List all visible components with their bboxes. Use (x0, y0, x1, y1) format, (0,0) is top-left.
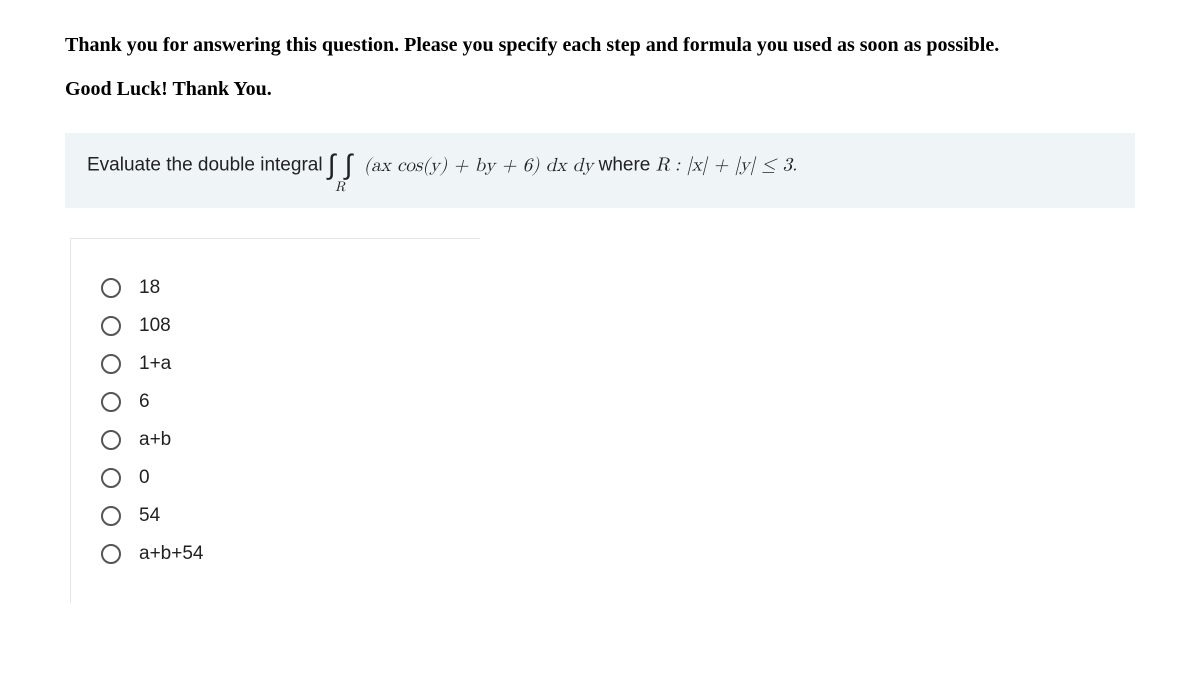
intro-paragraph-1: Thank you for answering this question. P… (65, 30, 1135, 60)
option-label: 0 (139, 467, 150, 489)
question-prefix: Evaluate the double integral (87, 155, 328, 176)
integral-region-sub: R (335, 179, 345, 196)
region-condition: : |x| + |y| ≤ 3. (675, 156, 797, 175)
option-row[interactable]: 0 (91, 459, 460, 497)
option-label: a+b (139, 429, 171, 451)
question-mid: where (599, 155, 656, 176)
intro-paragraph-2: Good Luck! Thank You. (65, 78, 1135, 101)
radio-icon[interactable] (101, 544, 121, 564)
option-row[interactable]: 18 (91, 269, 460, 307)
option-label: 6 (139, 391, 150, 413)
radio-icon[interactable] (101, 354, 121, 374)
radio-icon[interactable] (101, 392, 121, 412)
option-label: 18 (139, 277, 160, 299)
radio-icon[interactable] (101, 316, 121, 336)
radio-icon[interactable] (101, 430, 121, 450)
option-label: 108 (139, 315, 171, 337)
region-var: R (656, 156, 670, 175)
radio-icon[interactable] (101, 468, 121, 488)
option-row[interactable]: 6 (91, 383, 460, 421)
integral-symbol-group: ∫ ∫ R (328, 151, 353, 180)
question-region: Evaluate the double integral ∫ ∫ R (ax c… (65, 133, 1135, 208)
option-label: 1+a (139, 353, 171, 375)
option-row[interactable]: 54 (91, 497, 460, 535)
option-label: 54 (139, 505, 160, 527)
integral-sign-2: ∫ (345, 151, 353, 179)
integral-sign-1: ∫ (328, 151, 336, 179)
integrand: (ax cos(y) + by + 6) dx dy (364, 156, 594, 175)
option-row[interactable]: a+b (91, 421, 460, 459)
option-row[interactable]: a+b+54 (91, 535, 460, 573)
radio-icon[interactable] (101, 506, 121, 526)
radio-icon[interactable] (101, 278, 121, 298)
option-row[interactable]: 1+a (91, 345, 460, 383)
option-label: a+b+54 (139, 543, 203, 565)
options-panel: 18 108 1+a 6 a+b 0 54 a+b+54 (70, 238, 480, 603)
option-row[interactable]: 108 (91, 307, 460, 345)
